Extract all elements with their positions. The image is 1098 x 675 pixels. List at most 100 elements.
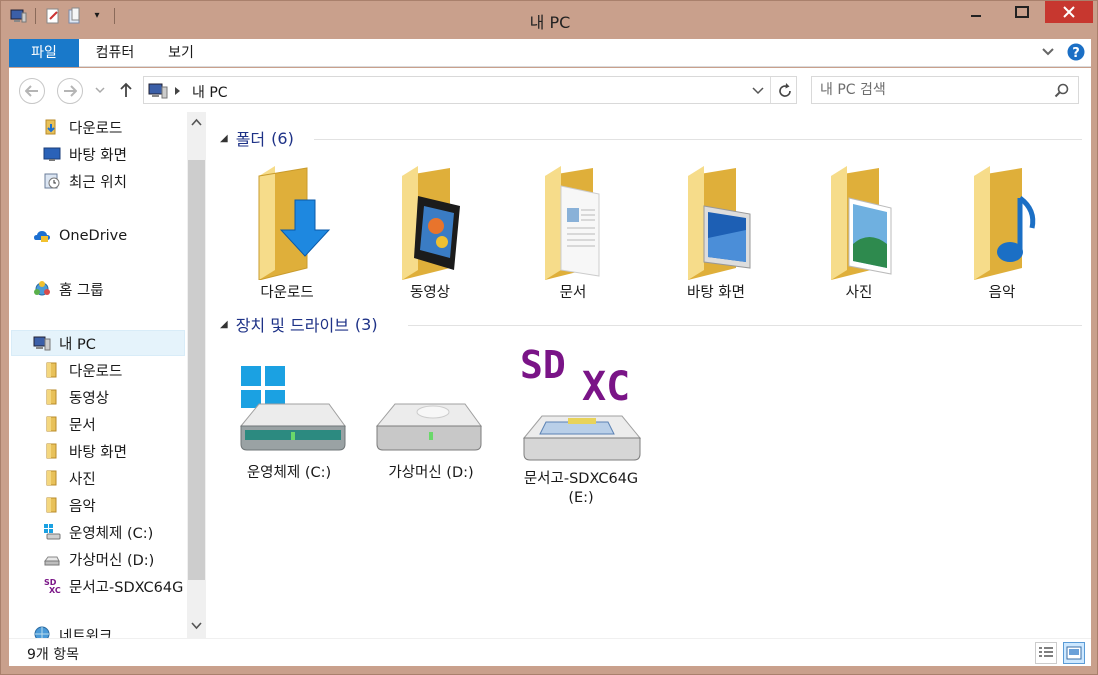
content-pane: ◢ 폴더 (6) 다운로드 동영상 문서 바탕 화면 사진 음악 ◢ 장치 및 … <box>207 112 1091 638</box>
refresh-icon[interactable] <box>776 82 794 100</box>
maximize-button[interactable] <box>999 1 1045 23</box>
nav-scroll-thumb[interactable] <box>188 160 205 580</box>
nav-item-this-pc[interactable]: 내 PC <box>33 330 96 356</box>
desktop-folder-icon <box>688 166 751 280</box>
nav-item-label: 문서고-SDXC64G <box>69 579 184 596</box>
folder-tile-videos[interactable]: 동영상 <box>365 158 495 303</box>
folder-label: 동영상 <box>409 285 451 301</box>
status-bar: 9개 항목 <box>9 638 1091 666</box>
large-icons-view-button[interactable] <box>1063 642 1085 664</box>
close-icon <box>1063 6 1075 18</box>
minimize-button[interactable] <box>953 1 999 23</box>
address-dropdown-icon[interactable] <box>752 87 764 95</box>
folder-tile-desktop[interactable]: 바탕 화면 <box>651 158 781 303</box>
folder-icon <box>46 497 57 513</box>
folder-tile-music[interactable]: 음악 <box>937 158 1067 303</box>
navigation-pane: 다운로드 바탕 화면 최근 위치 OneDrive 홈 그룹 내 PC 다운로드 <box>9 112 207 638</box>
nav-item-label: 최근 위치 <box>69 174 127 191</box>
music-folder-icon <box>974 166 1036 280</box>
view-switcher <box>1035 642 1085 664</box>
drive-icon <box>375 403 482 451</box>
scroll-up-icon[interactable] <box>191 118 202 126</box>
nav-item-pictures[interactable]: 사진 <box>43 465 96 491</box>
folder-tile-pictures[interactable]: 사진 <box>794 158 924 303</box>
svg-text:XC: XC <box>49 586 61 595</box>
nav-item-label: 음악 <box>69 498 96 515</box>
svg-text:XC: XC <box>582 364 630 410</box>
nav-item-downloads-quick[interactable]: 다운로드 <box>43 114 122 140</box>
sdxc-drive-icon: SD XC <box>520 343 642 461</box>
chevron-down-icon[interactable] <box>1041 45 1055 59</box>
tab-computer[interactable]: 컴퓨터 <box>81 39 149 67</box>
download-folder-icon <box>45 119 56 135</box>
folder-tile-downloads[interactable]: 다운로드 <box>222 158 352 303</box>
folder-tile-documents[interactable]: 문서 <box>508 158 638 303</box>
search-input[interactable] <box>820 81 1050 99</box>
svg-text:SD: SD <box>520 343 566 387</box>
nav-item-network[interactable]: 네트워크 <box>33 625 112 638</box>
details-view-button[interactable] <box>1035 642 1057 664</box>
nav-item-label: 바탕 화면 <box>69 444 127 461</box>
nav-item-music[interactable]: 음악 <box>43 492 96 518</box>
tab-file[interactable]: 파일 <box>9 39 79 67</box>
address-bar[interactable]: 내 PC <box>143 76 797 104</box>
search-icon[interactable] <box>1054 83 1069 98</box>
folder-icon <box>46 416 57 432</box>
up-arrow-icon[interactable] <box>119 82 133 98</box>
drive-tile-e[interactable]: SD XC 문서고-SDXC64G (E:) <box>516 342 646 508</box>
details-view-icon <box>1039 647 1053 657</box>
window-title: 내 PC <box>529 13 571 32</box>
breadcrumb-chevron-icon[interactable] <box>174 86 181 96</box>
nav-item-label: 운영체제 (C:) <box>69 525 154 542</box>
nav-item-drive-d[interactable]: 가상머신 (D:) <box>43 546 154 572</box>
group-header-drives[interactable]: ◢ 장치 및 드라이브 (3) <box>220 314 378 336</box>
minimize-icon <box>971 15 981 17</box>
folder-icon <box>46 443 57 459</box>
item-count: 9개 항목 <box>27 647 79 663</box>
nav-item-desktop-quick[interactable]: 바탕 화면 <box>43 141 127 167</box>
tab-view[interactable]: 보기 <box>151 39 211 67</box>
folder-icon <box>46 389 57 405</box>
nav-item-label: 바탕 화면 <box>69 147 127 164</box>
document-folder-icon <box>545 166 600 280</box>
scroll-down-icon[interactable] <box>191 622 202 630</box>
ribbon-tabs: 파일 컴퓨터 보기 ? <box>9 39 1091 67</box>
recent-locations-chevron-icon[interactable] <box>95 86 105 94</box>
group-divider <box>314 139 1082 140</box>
nav-item-label: 사진 <box>69 471 96 488</box>
desktop-icon <box>43 147 61 161</box>
group-title: 장치 및 드라이브 <box>235 316 349 335</box>
nav-item-drive-c[interactable]: 운영체제 (C:) <box>43 519 153 545</box>
drive-label: 운영체제 (C:) <box>246 465 332 481</box>
nav-item-label: 내 PC <box>59 336 96 353</box>
collapse-triangle-icon: ◢ <box>220 318 228 330</box>
drive-tile-d[interactable]: 가상머신 (D:) <box>366 360 496 483</box>
computer-icon <box>148 83 168 99</box>
forward-button[interactable] <box>57 78 83 104</box>
windows-drive-icon <box>239 366 346 451</box>
collapse-triangle-icon: ◢ <box>220 132 228 144</box>
group-count: (6) <box>271 128 294 148</box>
arrow-left-icon <box>25 85 38 97</box>
help-icon[interactable]: ? <box>1067 43 1085 61</box>
nav-item-recent-places[interactable]: 최근 위치 <box>43 168 127 194</box>
nav-item-downloads[interactable]: 다운로드 <box>43 357 122 383</box>
group-divider <box>408 325 1082 326</box>
nav-item-label: OneDrive <box>59 228 128 244</box>
nav-item-drive-e[interactable]: SD XC 문서고-SDXC64G <box>43 573 183 599</box>
close-button[interactable] <box>1045 1 1093 23</box>
nav-item-onedrive[interactable]: OneDrive <box>33 223 127 249</box>
drive-tile-c[interactable]: 운영체제 (C:) <box>224 360 354 483</box>
nav-item-homegroup[interactable]: 홈 그룹 <box>33 276 104 302</box>
drive-label: 문서고-SDXC64G (E:) <box>523 471 639 506</box>
windows-drive-icon <box>44 524 61 540</box>
nav-item-desktop[interactable]: 바탕 화면 <box>43 438 127 464</box>
back-button[interactable] <box>19 78 45 104</box>
nav-item-documents[interactable]: 문서 <box>43 411 96 437</box>
group-header-folders[interactable]: ◢ 폴더 (6) <box>220 128 294 150</box>
folder-icon <box>46 362 57 378</box>
search-box[interactable] <box>811 76 1079 104</box>
nav-item-videos[interactable]: 동영상 <box>43 384 109 410</box>
folder-label: 음악 <box>988 285 1016 301</box>
title-bar: ▾ 내 PC <box>1 1 1098 37</box>
